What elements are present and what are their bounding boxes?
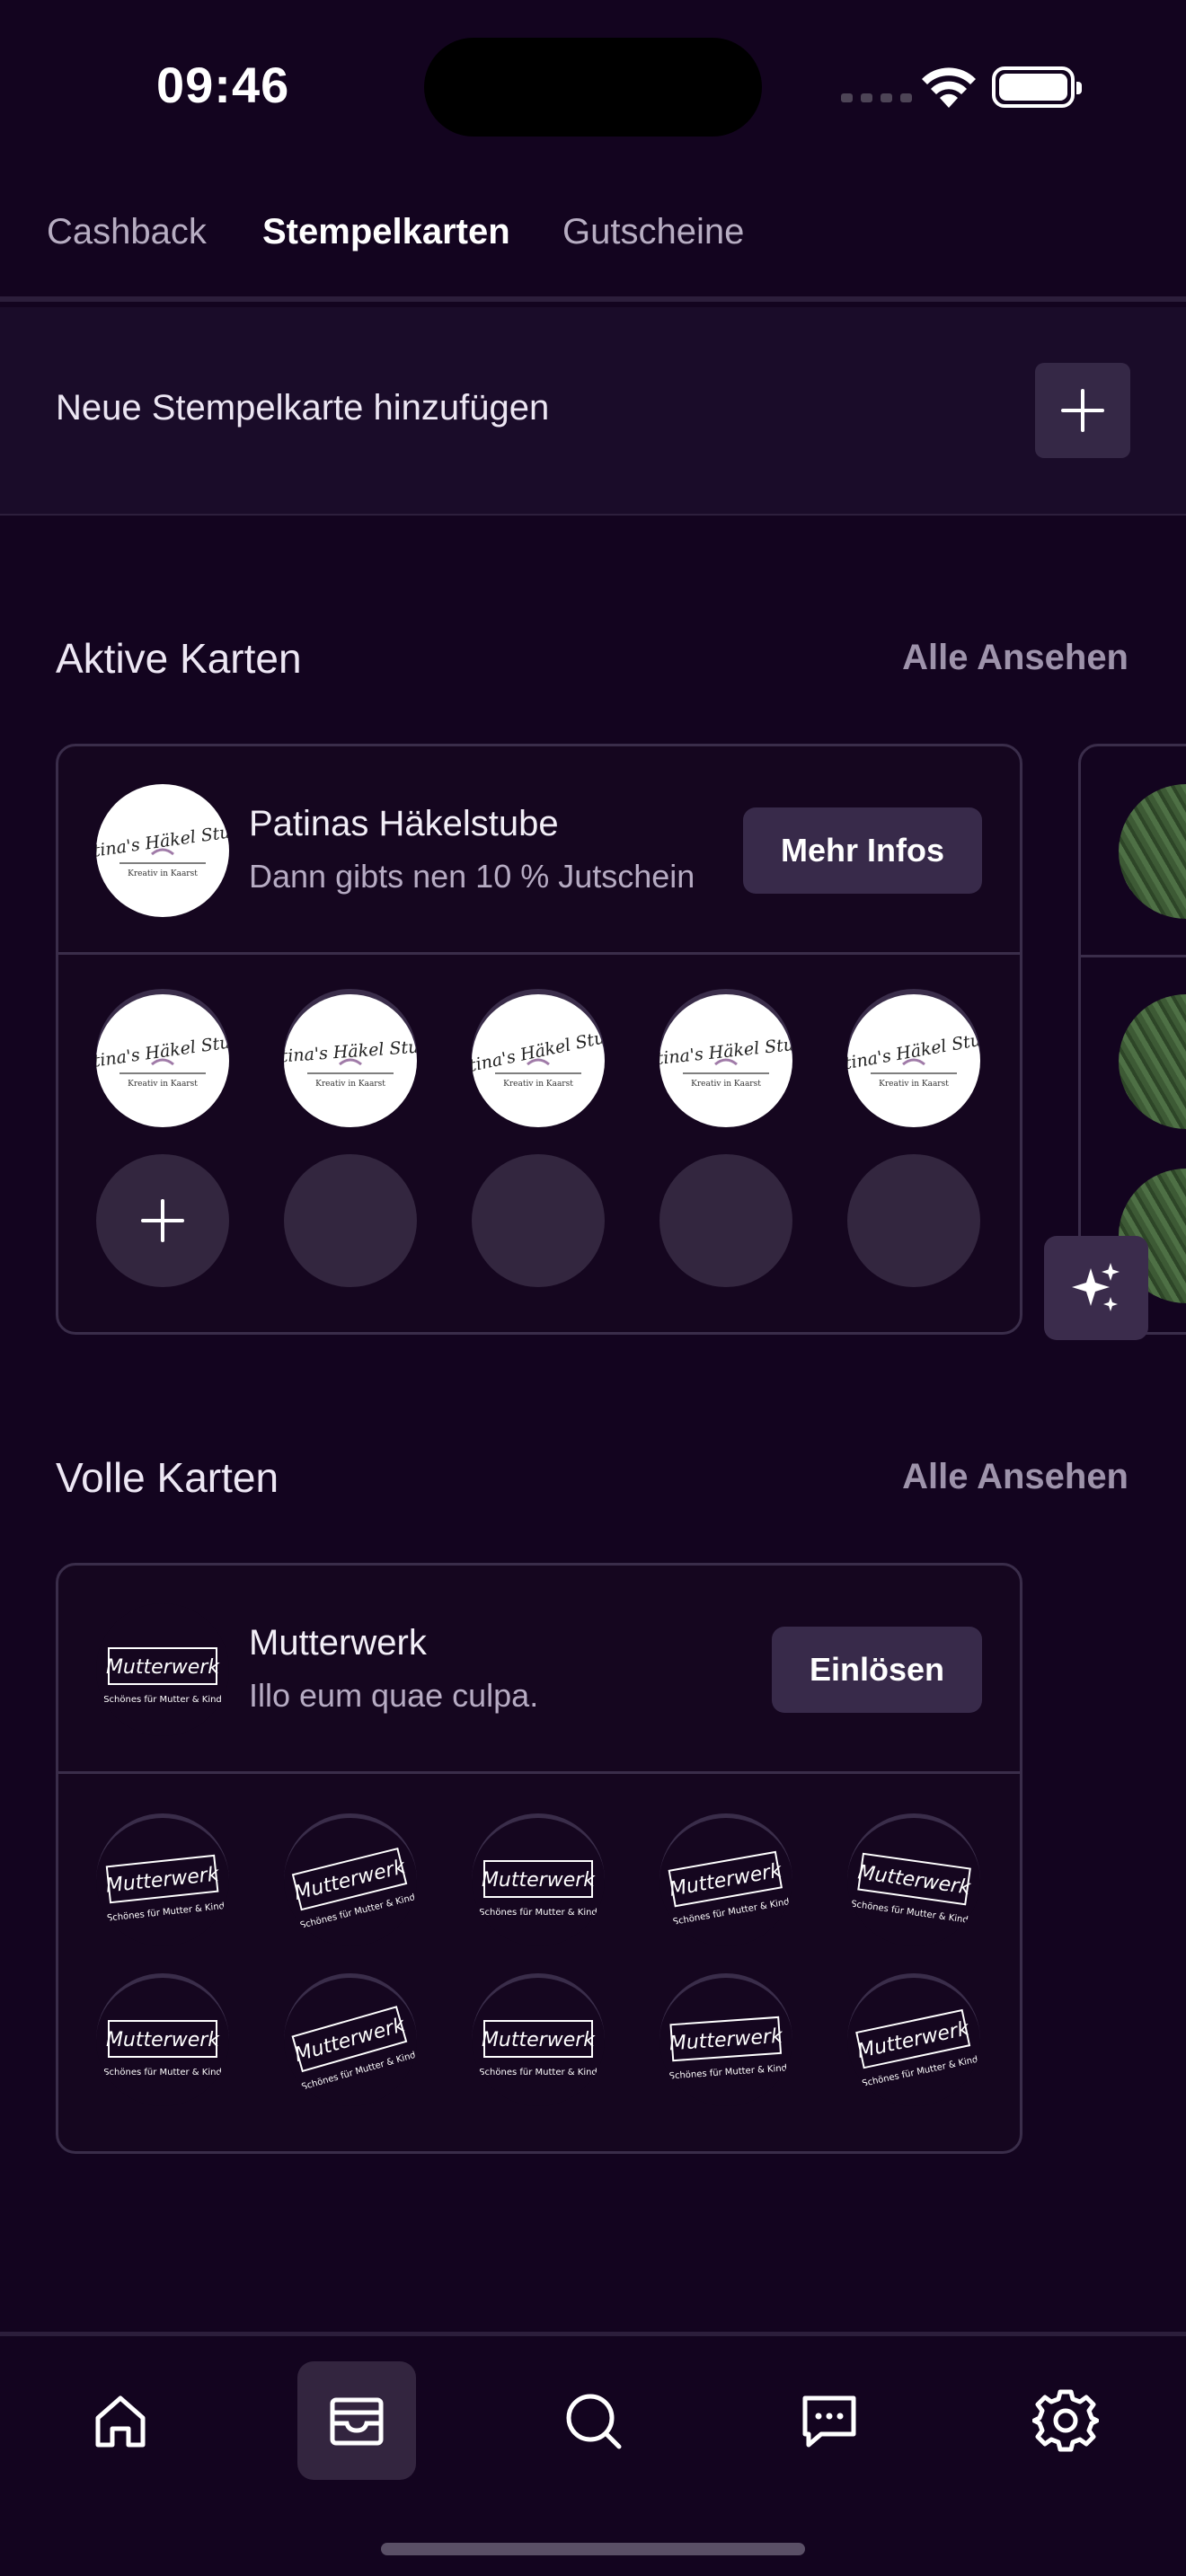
yarn-stamp xyxy=(1119,994,1186,1129)
active-cards-see-all-link[interactable]: Alle Ansehen xyxy=(902,638,1128,678)
battery-icon xyxy=(992,66,1082,108)
svg-text:Schönes für Mutter & Kind: Schönes für Mutter & Kind xyxy=(861,2054,978,2088)
nav-settings[interactable] xyxy=(1006,2361,1125,2480)
stamp-filled: Patina's Häkel Stube Kreativ in Kaarst xyxy=(284,994,417,1127)
patinas-logo: Patina's Häkel Stube Kreativ in Kaarst xyxy=(96,784,229,917)
card-reward-text: Illo eum quae culpa. xyxy=(249,1677,539,1714)
stamp-filled: Patina's Häkel Stube Kreativ in Kaarst xyxy=(96,994,229,1127)
stamp-filled: Mutterwerk Schönes für Mutter & Kind xyxy=(284,1973,417,2106)
add-stamp-button[interactable] xyxy=(96,1154,229,1287)
logo-script-text: Patina's Häkel Stube xyxy=(96,819,229,864)
more-info-button[interactable]: Mehr Infos xyxy=(742,807,982,894)
stamp-filled: Mutterwerk Schönes für Mutter & Kind xyxy=(284,1813,417,1946)
logo-sub-text: Schönes für Mutter & Kind xyxy=(103,1695,222,1705)
tab-stempelkarten[interactable]: Stempelkarten xyxy=(262,212,510,252)
full-cards-see-all-link[interactable]: Alle Ansehen xyxy=(902,1457,1128,1497)
chat-icon xyxy=(802,2395,856,2448)
stamp-filled: Mutterwerk Schönes für Mutter & Kind xyxy=(659,1973,792,2106)
svg-text:Patina's Häkel Stube: Patina's Häkel Stube xyxy=(659,1033,792,1072)
svg-text:Kreativ in Kaarst: Kreativ in Kaarst xyxy=(315,1080,385,1089)
wifi-icon xyxy=(922,67,976,108)
stamp-empty xyxy=(284,1154,417,1287)
patinas-logo-art: Patina's Häkel Stube Kreativ in Kaarst xyxy=(96,819,229,878)
svg-text:Patina's Häkel Stube: Patina's Häkel Stube xyxy=(284,1036,417,1068)
plus-icon xyxy=(1061,389,1104,432)
card-reward-text: Dann gibts nen 10 % Jutschein xyxy=(249,858,695,895)
stamp-empty xyxy=(659,1154,792,1287)
svg-text:Mutterwerk: Mutterwerk xyxy=(482,2029,596,2051)
stamp-filled: Mutterwerk Schönes für Mutter & Kind xyxy=(472,1973,605,2106)
card-store-name: Patinas Häkelstube xyxy=(249,804,559,843)
dynamic-island xyxy=(424,38,762,137)
segment-tabs: Cashback Stempelkarten Gutscheine xyxy=(0,198,1186,302)
redeem-button[interactable]: Einlösen xyxy=(771,1627,982,1713)
full-cards-title: Volle Karten xyxy=(56,1454,279,1501)
logo-script-text: Mutterwerk xyxy=(106,1656,220,1679)
stamp-filled: Patina's Häkel Stube Kreativ in Kaarst xyxy=(847,994,980,1127)
card-header: Patina's Häkel Stube Kreativ in Kaarst P… xyxy=(58,746,1020,955)
svg-text:Patina's Häkel Stube: Patina's Häkel Stube xyxy=(472,1024,605,1081)
stamp-filled: Mutterwerk Schönes für Mutter & Kind xyxy=(847,1813,980,1946)
status-bar: 09:46 xyxy=(0,0,1186,171)
svg-text:Mutterwerk: Mutterwerk xyxy=(668,1859,784,1901)
stamp-filled: Patina's Häkel Stube Kreativ in Kaarst xyxy=(472,994,605,1127)
home-icon xyxy=(95,2395,146,2448)
svg-text:Schönes für Mutter & Kind: Schönes für Mutter & Kind xyxy=(479,1908,597,1918)
bottom-navigation xyxy=(0,2332,1186,2576)
active-cards-title: Aktive Karten xyxy=(56,635,302,682)
mutterwerk-logo: Mutterwerk Schönes für Mutter & Kind xyxy=(96,1603,229,1736)
plus-icon xyxy=(141,1199,184,1242)
svg-text:Mutterwerk: Mutterwerk xyxy=(106,2029,220,2051)
mutterwerk-logo-art: Mutterwerk Schönes für Mutter & Kind xyxy=(103,1647,222,1705)
svg-text:Mutterwerk: Mutterwerk xyxy=(855,2016,972,2062)
cellular-signal-icon xyxy=(841,93,912,102)
svg-text:Kreativ in Kaarst: Kreativ in Kaarst xyxy=(879,1080,949,1089)
card-store-name: Mutterwerk xyxy=(249,1623,427,1663)
search-icon xyxy=(566,2394,622,2449)
nav-messages[interactable] xyxy=(770,2361,889,2480)
stamp-grid: Patina's Häkel Stube Kreativ in Kaarst Pat… xyxy=(96,994,980,1287)
wallet-icon xyxy=(330,2397,384,2446)
stamp-card-mutterwerk[interactable]: Mutterwerk Schönes für Mutter & Kind Mut… xyxy=(56,1563,1022,2154)
add-stamp-card-row[interactable]: Neue Stempelkarte hinzufügen xyxy=(0,307,1186,516)
stamp-filled: Patina's Häkel Stube Kreativ in Kaarst xyxy=(659,994,792,1127)
home-indicator xyxy=(381,2543,805,2555)
add-stamp-card-button[interactable] xyxy=(1035,363,1130,458)
status-time: 09:46 xyxy=(156,57,290,113)
svg-text:Schönes für Mutter & Kind: Schönes für Mutter & Kind xyxy=(672,1897,790,1928)
stamp-grid: Mutterwerk Schönes für Mutter & Kind Mutte… xyxy=(96,1813,980,2106)
svg-text:Schönes für Mutter & Kind: Schönes für Mutter & Kind xyxy=(668,2063,787,2081)
tab-cashback[interactable]: Cashback xyxy=(47,212,207,252)
ai-sparkle-button[interactable] xyxy=(1044,1236,1148,1340)
nav-wallet[interactable] xyxy=(297,2361,416,2480)
card-header: Mutterwerk Schönes für Mutter & Kind Mut… xyxy=(58,1566,1020,1774)
logo-sub-text: Kreativ in Kaarst xyxy=(128,869,198,878)
svg-text:Kreativ in Kaarst: Kreativ in Kaarst xyxy=(691,1080,761,1089)
tab-gutscheine[interactable]: Gutscheine xyxy=(562,212,744,252)
svg-text:Mutterwerk: Mutterwerk xyxy=(668,2025,784,2055)
svg-text:Patina's Häkel Stube: Patina's Häkel Stube xyxy=(847,1027,980,1078)
svg-text:Kreativ in Kaarst: Kreativ in Kaarst xyxy=(128,1080,198,1089)
svg-text:Schönes für Mutter & Kind: Schönes für Mutter & Kind xyxy=(479,2068,597,2078)
svg-text:Mutterwerk: Mutterwerk xyxy=(482,1869,596,1892)
nav-home[interactable] xyxy=(61,2361,180,2480)
stamp-filled: Mutterwerk Schönes für Mutter & Kind xyxy=(96,1973,229,2106)
svg-text:Kreativ in Kaarst: Kreativ in Kaarst xyxy=(503,1080,573,1089)
settings-icon xyxy=(1032,2389,1099,2452)
sparkle-icon xyxy=(1072,1263,1120,1311)
yarn-logo xyxy=(1119,784,1186,919)
screen: 09:46 Cashback Stempelkarten Gutscheine … xyxy=(0,0,1186,2576)
stamp-empty xyxy=(847,1154,980,1287)
svg-text:Schönes für Mutter & Kind: Schönes für Mutter & Kind xyxy=(103,2068,222,2078)
svg-text:Schönes für Mutter & Kind: Schönes für Mutter & Kind xyxy=(106,1901,225,1923)
stamp-filled: Mutterwerk Schönes für Mutter & Kind xyxy=(96,1813,229,1946)
stamp-filled: Mutterwerk Schönes für Mutter & Kind xyxy=(472,1813,605,1946)
stamp-card-patinas[interactable]: Patina's Häkel Stube Kreativ in Kaarst P… xyxy=(56,744,1022,1335)
stamp-empty xyxy=(472,1154,605,1287)
svg-text:Patina's Häkel Stube: Patina's Häkel Stube xyxy=(96,1029,229,1074)
stamp-filled: Mutterwerk Schönes für Mutter & Kind xyxy=(847,1973,980,2106)
stamp-filled: Mutterwerk Schönes für Mutter & Kind xyxy=(659,1813,792,1946)
nav-search[interactable] xyxy=(534,2361,652,2480)
add-stamp-card-label: Neue Stempelkarte hinzufügen xyxy=(56,388,550,428)
